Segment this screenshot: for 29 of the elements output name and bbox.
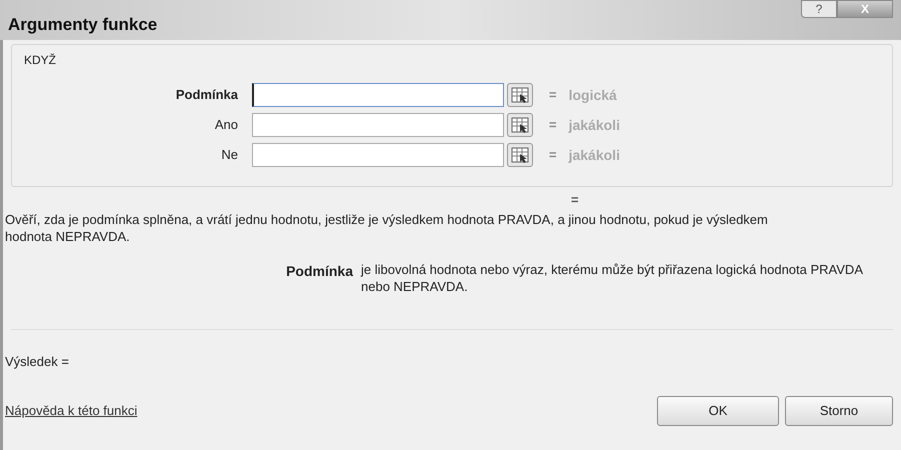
- range-select-button[interactable]: [507, 143, 533, 167]
- equals-sign: =: [549, 146, 557, 164]
- range-select-icon: [511, 117, 529, 133]
- argument-field[interactable]: [252, 143, 504, 167]
- argument-result: jakákoli: [568, 116, 620, 135]
- function-description: Ověří, zda je podmínka splněna, a vrátí jednu hodnotu, jestliže je výsledkem hodnota PRAVDA, a jinou hodnotu, pokud je výsledkem hodnota NEPRAVDA.: [5, 211, 769, 245]
- range-select-button[interactable]: [507, 113, 533, 137]
- result-label: Výsledek =: [5, 353, 69, 371]
- function-name: KDYŽ: [24, 52, 56, 69]
- argument-description: je libovolná hodnota nebo výraz, kterému může být přiřazena logická hodnota PRAVDA nebo NEPRAVDA.: [361, 261, 864, 295]
- range-select-icon: [511, 87, 529, 103]
- range-select-icon: [511, 147, 529, 163]
- argument-name: Podmínka: [285, 262, 354, 281]
- argument-label: Podmínka: [174, 86, 239, 104]
- range-select-button[interactable]: [507, 83, 533, 107]
- dialog-button[interactable]: OK: [657, 396, 779, 426]
- argument-result: logická: [568, 86, 617, 105]
- help-button[interactable]: ?: [801, 0, 837, 18]
- dialog-button[interactable]: Storno: [785, 396, 893, 426]
- argument-label: Ano: [214, 116, 239, 134]
- window-title: Argumenty funkce: [8, 14, 158, 36]
- argument-field[interactable]: [252, 83, 504, 107]
- help-link[interactable]: Nápověda k této funkci: [5, 400, 138, 420]
- equals-sign: =: [549, 116, 557, 134]
- argument-result: jakákoli: [568, 146, 620, 165]
- equals-sign: =: [549, 86, 557, 104]
- argument-field[interactable]: [252, 113, 504, 137]
- formula-result: =: [571, 193, 580, 207]
- argument-label: Ne: [220, 146, 239, 164]
